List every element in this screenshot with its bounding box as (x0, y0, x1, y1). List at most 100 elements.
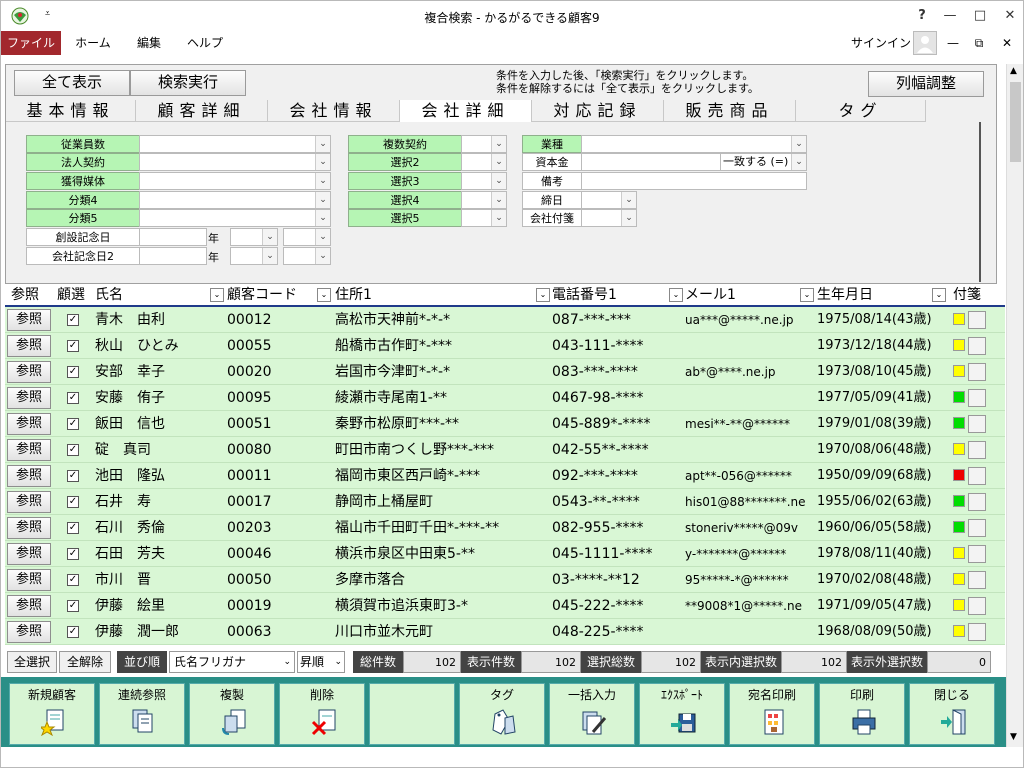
ref-button[interactable]: 参照 (7, 439, 51, 461)
sort-order-select[interactable]: 昇順 ⌄ (297, 651, 345, 673)
select-all-button[interactable]: 全選択 (7, 651, 57, 673)
select-checkbox[interactable]: ✓ (67, 444, 79, 456)
select-checkbox[interactable]: ✓ (67, 392, 79, 404)
corporate-contract-select[interactable]: ⌄ (139, 153, 331, 171)
ref-button[interactable]: 参照 (7, 595, 51, 617)
avatar[interactable] (913, 31, 937, 55)
col-header-email[interactable]: メール1 (685, 285, 795, 305)
tag-edit-button[interactable] (968, 415, 986, 433)
select5-select[interactable]: ⌄ (461, 209, 507, 227)
ref-button[interactable]: 参照 (7, 465, 51, 487)
table-row[interactable]: 参照 ✓ 秋山 ひとみ 00055 船橋市古作町*-*** 043-111-**** 197… (5, 333, 1005, 359)
tab-home[interactable]: ホーム (69, 31, 117, 55)
founding-day-select[interactable]: ⌄ (283, 228, 331, 246)
select-checkbox[interactable]: ✓ (67, 314, 79, 326)
column-width-button[interactable]: 列幅調整 (868, 71, 984, 97)
tab-help[interactable]: ヘルプ (181, 31, 229, 55)
table-row[interactable]: 参照 ✓ 碇 真司 00080 町田市南つくし野***-*** 042-55**-****… (5, 437, 1005, 463)
tag-edit-button[interactable] (968, 467, 986, 485)
scroll-thumb[interactable] (1010, 82, 1021, 162)
select-checkbox[interactable]: ✓ (67, 418, 79, 430)
chevron-down-icon[interactable]: ⌄ (791, 136, 806, 152)
select-checkbox[interactable]: ✓ (67, 496, 79, 508)
tab-company-info[interactable]: 会社情報 (268, 100, 400, 122)
show-all-button[interactable]: 全て表示 (14, 70, 130, 96)
chevron-down-icon[interactable]: ⌄ (262, 229, 277, 245)
scroll-down-arrow-icon[interactable]: ▼ (1010, 732, 1017, 742)
founding-month-select[interactable]: ⌄ (230, 228, 278, 246)
select-checkbox[interactable]: ✓ (67, 548, 79, 560)
help-button[interactable]: ? (907, 1, 937, 31)
tag-edit-button[interactable] (968, 441, 986, 459)
ribbon-minimize-button[interactable]: — (943, 31, 963, 55)
tab-edit[interactable]: 編集 (127, 31, 171, 55)
select-checkbox[interactable]: ✓ (67, 626, 79, 638)
chevron-down-icon[interactable]: ⌄ (621, 192, 636, 208)
table-row[interactable]: 参照 ✓ 飯田 信也 00051 秦野市松原町***-** 045-889*-**** me… (5, 411, 1005, 437)
col-header-select[interactable]: 顧選 (57, 285, 93, 305)
table-row[interactable]: 参照 ✓ 伊藤 潤一郎 00063 川口市並木元町 048-225-**** 1968/08… (5, 619, 1005, 645)
tag-edit-button[interactable] (968, 363, 986, 381)
ref-button[interactable]: 参照 (7, 335, 51, 357)
anniversary-year-input[interactable] (139, 247, 207, 265)
tab-basic-info[interactable]: 基本情報 (6, 100, 136, 122)
maximize-button[interactable]: □ (965, 1, 995, 31)
new-customer-button[interactable]: 新規顧客 (9, 683, 95, 745)
export-button[interactable]: ｴｸｽﾎﾟｰﾄ (639, 683, 725, 745)
multiple-contracts-select[interactable]: ⌄ (461, 135, 507, 153)
anniversary-month-select[interactable]: ⌄ (230, 247, 278, 265)
tag-edit-button[interactable] (968, 597, 986, 615)
select-checkbox[interactable]: ✓ (67, 340, 79, 352)
chevron-down-icon[interactable]: ⌄ (491, 192, 506, 208)
table-row[interactable]: 参照 ✓ 池田 隆弘 00011 福岡市東区西戸崎*-*** 092-***-**** ap… (5, 463, 1005, 489)
select-checkbox[interactable]: ✓ (67, 470, 79, 482)
minimize-button[interactable]: — (935, 1, 965, 31)
col-header-ref[interactable]: 参照 (11, 285, 53, 305)
table-row[interactable]: 参照 ✓ 石井 寿 00017 静岡市上桶屋町 0543-**-**** his01@88*… (5, 489, 1005, 515)
chevron-down-icon[interactable]: ⌄ (315, 210, 330, 226)
ref-button[interactable]: 参照 (7, 621, 51, 643)
select-checkbox[interactable]: ✓ (67, 522, 79, 534)
close-button[interactable]: ✕ (995, 1, 1023, 31)
chevron-down-icon[interactable]: ⌄ (315, 248, 330, 264)
ref-button[interactable]: 参照 (7, 491, 51, 513)
ref-button[interactable]: 参照 (7, 413, 51, 435)
tag-button[interactable]: タグ (459, 683, 545, 745)
delete-button[interactable]: 削除 (279, 683, 365, 745)
signin-link[interactable]: サインイン (851, 31, 911, 55)
duplicate-button[interactable]: 複製 (189, 683, 275, 745)
tab-tags[interactable]: タグ (796, 100, 926, 122)
birthdate-filter-dropdown-icon[interactable]: ⌄ (932, 288, 946, 302)
category5-select[interactable]: ⌄ (139, 209, 331, 227)
name-filter-dropdown-icon[interactable]: ⌄ (210, 288, 224, 302)
chevron-down-icon[interactable]: ⌄ (315, 154, 330, 170)
chevron-down-icon[interactable]: ⌄ (315, 192, 330, 208)
close-window-button[interactable]: 閉じる (909, 683, 995, 745)
col-header-birthdate[interactable]: 生年月日 (817, 285, 927, 305)
sort-field-select[interactable]: 氏名フリガナ ⌄ (169, 651, 295, 673)
capital-match-select[interactable]: 一致する (=) ⌄ (720, 153, 807, 171)
address-filter-dropdown-icon[interactable]: ⌄ (536, 288, 550, 302)
anniversary-day-select[interactable]: ⌄ (283, 247, 331, 265)
tag-edit-button[interactable] (968, 311, 986, 329)
ribbon-restore-button[interactable]: ⧉ (969, 31, 989, 55)
chevron-down-icon[interactable]: ⌄ (621, 210, 636, 226)
table-row[interactable]: 参照 ✓ 石田 芳夫 00046 横浜市泉区中田東5-** 045-1111-**** y-… (5, 541, 1005, 567)
ref-button[interactable]: 参照 (7, 361, 51, 383)
select3-select[interactable]: ⌄ (461, 172, 507, 190)
code-filter-dropdown-icon[interactable]: ⌄ (317, 288, 331, 302)
tab-contact-record[interactable]: 対応記録 (532, 100, 664, 122)
print-button[interactable]: 印刷 (819, 683, 905, 745)
tag-edit-button[interactable] (968, 545, 986, 563)
col-header-phone[interactable]: 電話番号1 (552, 285, 662, 305)
closing-day-select[interactable]: ⌄ (581, 191, 637, 209)
tag-edit-button[interactable] (968, 389, 986, 407)
table-row[interactable]: 参照 ✓ 伊藤 絵里 00019 横須賀市追浜東町3-* 045-222-**** **90… (5, 593, 1005, 619)
continuous-view-button[interactable]: 連続参照 (99, 683, 185, 745)
search-execute-button[interactable]: 検索実行 (130, 70, 246, 96)
founding-year-input[interactable] (139, 228, 207, 246)
category4-select[interactable]: ⌄ (139, 191, 331, 209)
table-row[interactable]: 参照 ✓ 青木 由利 00012 高松市天神前*-*-* 087-***-*** ua***… (5, 307, 1005, 333)
chevron-down-icon[interactable]: ⌄ (791, 154, 806, 170)
tab-file[interactable]: ファイル (1, 31, 61, 55)
